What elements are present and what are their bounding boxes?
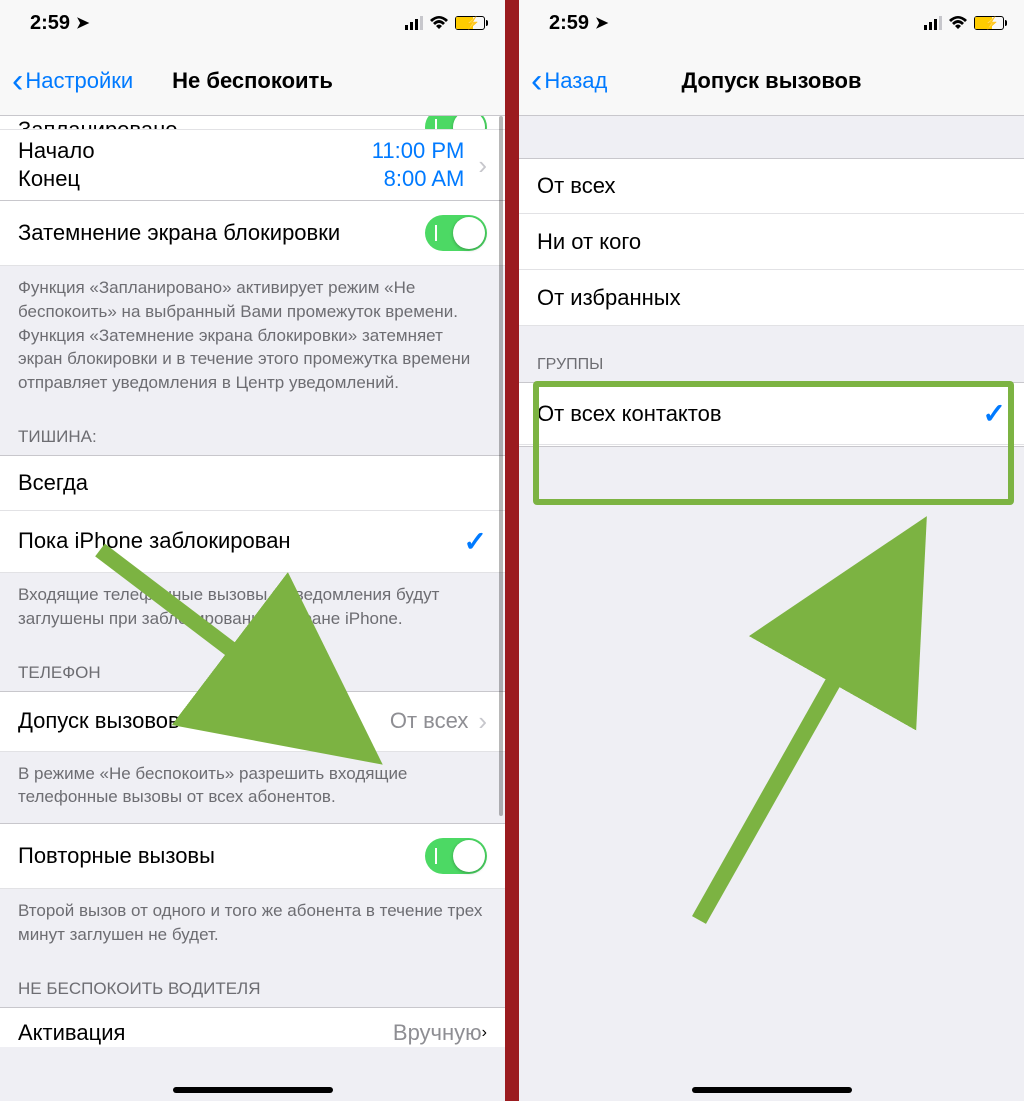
section-silence: ТИШИНА: — [0, 409, 505, 455]
section-driver: НЕ БЕСПОКОИТЬ ВОДИТЕЛЯ — [0, 961, 505, 1007]
end-label: Конец — [18, 166, 95, 192]
wifi-icon — [429, 16, 449, 30]
activation-value: Вручную — [393, 1020, 482, 1046]
opt-favorites[interactable]: От избранных — [519, 270, 1024, 326]
section-phone: ТЕЛЕФОН — [0, 645, 505, 691]
nav-bar: ‹ Назад Допуск вызовов — [519, 46, 1024, 116]
screenshot-divider — [505, 0, 519, 1101]
checkmark-icon: ✓ — [983, 397, 1006, 430]
chevron-right-icon: › — [478, 706, 487, 737]
end-value: 8:00 AM — [372, 166, 465, 192]
chevron-right-icon: › — [482, 1024, 487, 1042]
activation-row[interactable]: Активация Вручную › — [0, 1007, 505, 1047]
phone-left: 2:59 ➤ ⚡ ‹ Настройки Не беспокоить Запла… — [0, 0, 505, 1101]
checkmark-icon: ✓ — [464, 525, 487, 558]
allow-list[interactable]: От всех Ни от кого От избранных ГРУППЫ О… — [519, 116, 1024, 447]
location-icon: ➤ — [76, 13, 89, 33]
opt-everyone[interactable]: От всех — [519, 158, 1024, 214]
status-bar: 2:59 ➤ ⚡ — [0, 0, 505, 46]
annotation-arrow — [679, 500, 959, 940]
footer-repeated: Второй вызов от одного и того же абонент… — [0, 889, 505, 961]
allow-calls-value: От всех — [390, 708, 469, 734]
scheduled-row-partial[interactable]: Запланировано — [0, 116, 505, 130]
nav-bar: ‹ Настройки Не беспокоить — [0, 46, 505, 116]
schedule-row[interactable]: Начало Конец 11:00 PM 8:00 AM › — [0, 130, 505, 201]
home-indicator[interactable] — [692, 1087, 852, 1093]
status-time: 2:59 — [30, 12, 70, 35]
allow-calls-row[interactable]: Допуск вызовов От всех › — [0, 691, 505, 752]
back-label: Настройки — [25, 68, 133, 94]
back-label: Назад — [544, 68, 607, 94]
footer-silence: Входящие телефонные вызовы и уведомления… — [0, 573, 505, 645]
repeated-row[interactable]: Повторные вызовы — [0, 823, 505, 889]
signal-icon — [924, 16, 942, 30]
start-label: Начало — [18, 138, 95, 164]
signal-icon — [405, 16, 423, 30]
scroll-indicator[interactable] — [499, 116, 503, 816]
status-time: 2:59 — [549, 12, 589, 35]
toggle-on[interactable] — [425, 116, 487, 130]
section-groups: ГРУППЫ — [519, 326, 1024, 382]
footer-scheduled: Функция «Запланировано» активирует режим… — [0, 266, 505, 409]
battery-icon: ⚡ — [455, 16, 485, 30]
chevron-left-icon: ‹ — [531, 64, 542, 98]
back-button[interactable]: ‹ Настройки — [12, 64, 133, 98]
dim-lock-row[interactable]: Затемнение экрана блокировки — [0, 201, 505, 266]
wifi-icon — [948, 16, 968, 30]
home-indicator[interactable] — [173, 1087, 333, 1093]
location-icon: ➤ — [595, 13, 608, 33]
phone-right: 2:59 ➤ ⚡ ‹ Назад Допуск вызовов От всех … — [519, 0, 1024, 1101]
back-button[interactable]: ‹ Назад — [531, 64, 607, 98]
while-locked-row[interactable]: Пока iPhone заблокирован ✓ — [0, 511, 505, 573]
settings-list[interactable]: Запланировано Начало Конец 11:00 PM 8:00… — [0, 116, 505, 1047]
battery-icon: ⚡ — [974, 16, 1004, 30]
footer-allow: В режиме «Не беспокоить» разрешить входя… — [0, 752, 505, 824]
toggle-on[interactable] — [425, 838, 487, 874]
status-bar: 2:59 ➤ ⚡ — [519, 0, 1024, 46]
chevron-right-icon: › — [478, 150, 487, 181]
chevron-left-icon: ‹ — [12, 64, 23, 98]
opt-noone[interactable]: Ни от кого — [519, 214, 1024, 270]
opt-all-contacts[interactable]: От всех контактов ✓ — [519, 382, 1024, 445]
always-row[interactable]: Всегда — [0, 455, 505, 511]
start-value: 11:00 PM — [372, 138, 465, 164]
toggle-on[interactable] — [425, 215, 487, 251]
